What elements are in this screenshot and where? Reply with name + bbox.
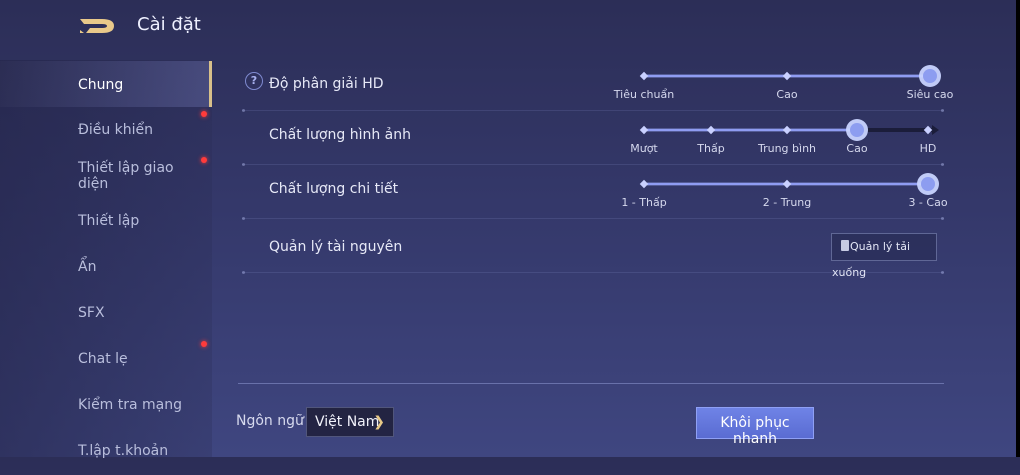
sidebar-item-chat-le[interactable]: Chat lẹ <box>0 337 212 383</box>
track-end-arrow-icon <box>932 125 939 135</box>
sidebar-item-label: Chat lẹ <box>78 351 128 367</box>
trash-icon <box>841 240 849 251</box>
notification-dot <box>201 157 207 163</box>
slider-option-label[interactable]: 2 - Trung <box>763 196 812 209</box>
slider-thumb-core <box>921 177 935 191</box>
back-logo-icon[interactable] <box>78 16 118 36</box>
sidebar-item-tai-khoan[interactable]: T.lập t.khoản <box>0 429 212 475</box>
sidebar-item-label: Ẩn <box>78 259 97 275</box>
setting-row-image-quality: Chất lượng hình ảnh Mượt Thấp Trung bình Ca… <box>242 111 944 166</box>
language-select[interactable]: Việt Nam ❯ <box>306 407 394 437</box>
image-quality-slider[interactable]: Mượt Thấp Trung bình Cao HD <box>242 111 944 165</box>
slider-option-label[interactable]: 3 - Cao <box>908 196 947 209</box>
slider-option-label[interactable]: Siêu cao <box>907 88 954 101</box>
slider-option-label[interactable]: Thấp <box>697 142 724 155</box>
slider-step-marker <box>639 125 649 135</box>
sidebar-item-an[interactable]: Ẩn <box>0 245 212 291</box>
slider-thumb-core <box>923 69 937 83</box>
sidebar-item-kiem-tra-mang[interactable]: Kiểm tra mạng <box>0 383 212 429</box>
slider-step-marker <box>706 125 716 135</box>
slider-track <box>639 173 939 195</box>
slider-option-label[interactable]: Cao <box>776 88 797 101</box>
slider-option-label[interactable]: 1 - Thấp <box>621 196 666 209</box>
sidebar-item-dieu-khien[interactable]: Điều khiển <box>0 107 212 153</box>
slider-option-label[interactable]: Cao <box>846 142 867 155</box>
slider-thumb-core <box>850 123 864 137</box>
sidebar-item-label: SFX <box>78 305 105 321</box>
slider-option-label[interactable]: Trung bình <box>758 142 816 155</box>
slider-option-label[interactable]: Mượt <box>630 142 658 155</box>
slider-option-label[interactable]: Tiêu chuẩn <box>614 88 674 101</box>
slider-step-marker <box>923 125 933 135</box>
sidebar-item-label: Kiểm tra mạng <box>78 397 183 413</box>
language-value: Việt Nam <box>315 414 380 430</box>
page-title: Cài đặt <box>137 14 201 35</box>
sidebar-item-thiet-lap-giao-dien[interactable]: Thiết lập giao diện <box>0 153 212 199</box>
screen-edge <box>1016 0 1020 457</box>
download-manager-button[interactable]: Quản lý tải xuống <box>831 233 937 279</box>
sidebar-item-label: Thiết lập giao diện <box>78 160 174 192</box>
chevron-right-icon: ❯ <box>373 414 385 430</box>
sidebar-item-label: Điều khiển <box>78 122 154 138</box>
footer-divider <box>238 383 944 384</box>
sidebar-item-label: Chung <box>78 77 124 93</box>
setting-row-resources: Quản lý tài nguyên Quản lý tải xuống <box>242 219 944 279</box>
sidebar-item-label: Thiết lập <box>78 213 140 229</box>
setting-label: Quản lý tài nguyên <box>269 239 403 255</box>
slider-step-marker <box>639 179 649 189</box>
notification-dot <box>201 111 207 117</box>
language-label: Ngôn ngữ <box>236 413 304 429</box>
slider-step-marker <box>782 125 792 135</box>
sidebar-item-sfx[interactable]: SFX <box>0 291 212 337</box>
header: Cài đặt <box>0 0 1016 52</box>
sidebar-item-chung[interactable]: Chung <box>0 61 212 107</box>
detail-quality-slider[interactable]: 1 - Thấp 2 - Trung 3 - Cao <box>242 165 948 219</box>
slider-track <box>639 65 941 87</box>
quick-restore-button[interactable]: Khôi phục nhanh <box>696 407 814 447</box>
quick-restore-label: Khôi phục nhanh <box>720 415 790 447</box>
slider-option-label[interactable]: HD <box>920 142 937 155</box>
active-indicator <box>209 61 212 107</box>
notification-dot <box>201 341 207 347</box>
setting-row-hd-resolution: ? Độ phân giải HD Tiêu chuẩn Cao Siêu cao <box>242 57 953 112</box>
sidebar-item-thiet-lap[interactable]: Thiết lập <box>0 199 212 245</box>
setting-row-detail-quality: Chất lượng chi tiết 1 - Thấp 2 - Trung 3 -… <box>242 165 948 220</box>
slider-track <box>639 119 939 141</box>
slider-step-marker <box>639 71 649 81</box>
row-divider <box>242 271 944 274</box>
hd-resolution-slider[interactable]: Tiêu chuẩn Cao Siêu cao <box>242 57 953 111</box>
sidebar: Chung Điều khiển Thiết lập giao diện Thi… <box>0 60 212 459</box>
slider-step-marker <box>782 71 792 81</box>
slider-step-marker <box>782 179 792 189</box>
